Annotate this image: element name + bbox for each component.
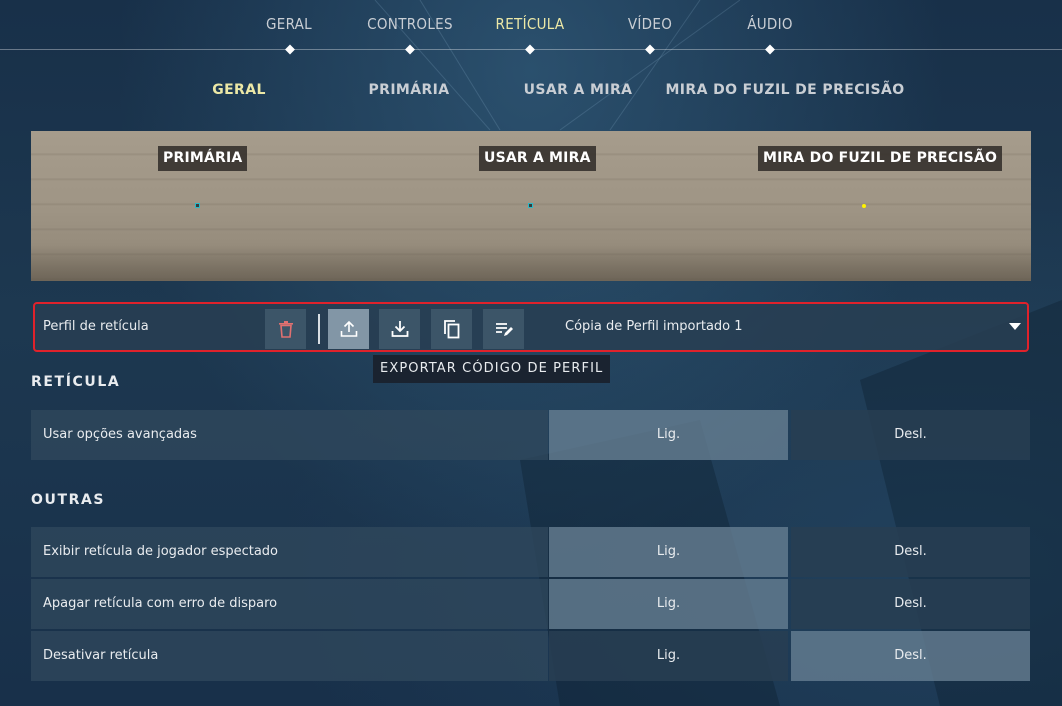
setting-row-exibir-reticula-espectado: Exibir retícula de jogador espectado Lig…: [31, 527, 1031, 577]
setting-row-apagar-reticula-erro: Apagar retícula com erro de disparo Lig.…: [31, 579, 1031, 629]
rename-icon: [495, 323, 513, 336]
crosshair-dot-usar-a-mira: [528, 203, 533, 208]
chevron-down-icon: [1009, 323, 1021, 330]
profile-dropdown[interactable]: Cópia de Perfil importado 1: [551, 304, 1027, 350]
upload-icon: [340, 320, 357, 337]
subtab-usar-a-mira[interactable]: USAR A MIRA: [524, 82, 633, 98]
setting-row-desativar-reticula: Desativar retícula Lig. Desl.: [31, 631, 1031, 681]
option-on-button[interactable]: Lig.: [549, 579, 788, 629]
section-title-reticula: RETÍCULA: [31, 374, 121, 390]
crosshair-preview: PRIMÁRIA USAR A MIRA MIRA DO FUZIL DE PR…: [31, 131, 1031, 281]
subtab-mira-fuzil-precisao[interactable]: MIRA DO FUZIL DE PRECISÃO: [665, 82, 904, 98]
delete-profile-button[interactable]: [265, 309, 306, 349]
rename-profile-button[interactable]: [483, 309, 524, 349]
crosshair-dot-primaria: [195, 203, 200, 208]
export-tooltip: EXPORTAR CÓDIGO DE PERFIL: [373, 355, 611, 383]
tab-video-marker: [645, 44, 655, 55]
preview-label-primaria: PRIMÁRIA: [158, 146, 248, 171]
option-off-button[interactable]: Desl.: [791, 410, 1030, 460]
import-profile-button[interactable]: [379, 309, 420, 349]
option-off-button[interactable]: Desl.: [791, 527, 1030, 577]
crosshair-dot-mira-fuzil: [862, 204, 866, 208]
tab-reticula-marker: [525, 44, 535, 55]
option-on-button[interactable]: Lig.: [549, 631, 788, 681]
tab-audio-marker: [765, 44, 775, 55]
preview-label-usar-a-mira: USAR A MIRA: [479, 146, 596, 171]
setting-row-usar-opcoes-avancadas: Usar opções avançadas Lig. Desl.: [31, 410, 1031, 460]
subtab-primaria[interactable]: PRIMÁRIA: [368, 82, 449, 98]
option-off-button[interactable]: Desl.: [791, 631, 1030, 681]
setting-label: Exibir retícula de jogador espectado: [31, 527, 548, 577]
setting-label: Desativar retícula: [31, 631, 548, 681]
profile-separator: [318, 314, 320, 344]
crosshair-profile-row: Perfil de retícula Cópia de Perfil impor…: [33, 302, 1029, 352]
tab-audio[interactable]: ÁUDIO: [747, 15, 793, 35]
tab-video[interactable]: VÍDEO: [628, 15, 672, 35]
option-on-button[interactable]: Lig.: [549, 410, 788, 460]
preview-label-mira-fuzil: MIRA DO FUZIL DE PRECISÃO: [758, 146, 1003, 171]
copy-icon: [443, 320, 459, 339]
tab-reticula[interactable]: RETÍCULA: [496, 15, 565, 35]
tab-geral-marker: [285, 44, 295, 55]
tab-controles-marker: [405, 44, 415, 55]
export-profile-button[interactable]: [328, 309, 369, 349]
trash-icon: [278, 321, 293, 338]
subtab-geral[interactable]: GERAL: [212, 82, 266, 98]
tab-geral[interactable]: GERAL: [266, 15, 312, 35]
profile-label: Perfil de retícula: [43, 319, 149, 334]
profile-dropdown-value: Cópia de Perfil importado 1: [565, 319, 743, 334]
duplicate-profile-button[interactable]: [431, 309, 472, 349]
option-on-button[interactable]: Lig.: [549, 527, 788, 577]
tab-controles[interactable]: CONTROLES: [367, 15, 453, 35]
setting-label: Usar opções avançadas: [31, 410, 548, 460]
setting-label: Apagar retícula com erro de disparo: [31, 579, 548, 629]
settings-top-nav: GERAL CONTROLES RETÍCULA VÍDEO ÁUDIO: [0, 0, 1062, 60]
option-off-button[interactable]: Desl.: [791, 579, 1030, 629]
section-title-outras: OUTRAS: [31, 492, 106, 508]
download-icon: [391, 321, 408, 337]
